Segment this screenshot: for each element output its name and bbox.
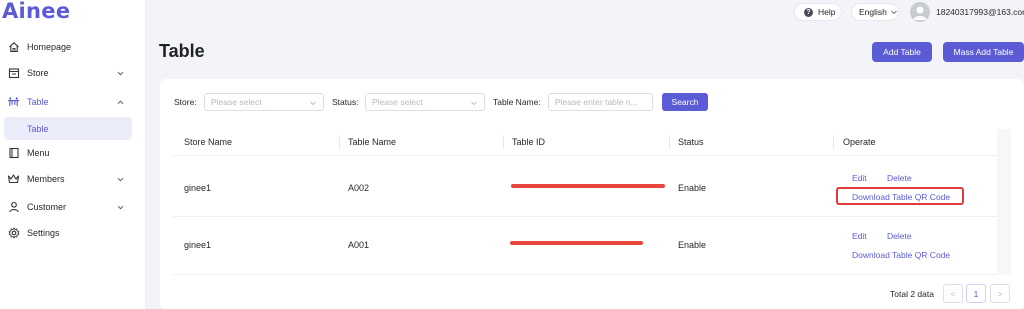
store-select[interactable]: Please select (204, 93, 324, 111)
delete-link[interactable]: Delete (887, 173, 912, 183)
highlight-annotation (836, 187, 964, 205)
column-divider (503, 135, 504, 149)
sidebar-item-homepage[interactable]: Homepage (0, 35, 146, 59)
cell-store-name: ginee1 (184, 240, 212, 250)
sidebar-subitem-table[interactable]: Table (4, 117, 132, 140)
sidebar-item-label: Homepage (27, 42, 72, 52)
crown-icon (7, 173, 20, 186)
chevron-down-icon (117, 205, 124, 209)
sidebar-item-store[interactable]: Store (0, 61, 146, 85)
chevron-down-icon (891, 10, 897, 15)
sidebar: Ainee Homepage Store Table Table Menu Me… (0, 0, 146, 309)
sidebar-item-label: Store (27, 68, 49, 78)
sidebar-item-menu[interactable]: Menu (0, 141, 146, 165)
chevron-down-icon (117, 177, 124, 181)
column-header-operate: Operate (843, 137, 876, 147)
store-select-placeholder: Please select (211, 97, 262, 107)
sidebar-item-settings[interactable]: Settings (0, 221, 146, 245)
language-label: English (859, 7, 887, 17)
sidebar-item-table[interactable]: Table (0, 90, 146, 114)
cell-table-name: A001 (348, 240, 370, 250)
sidebar-item-label: Table (27, 97, 49, 107)
prev-page-button[interactable]: < (943, 284, 963, 303)
app-logo: Ainee (2, 0, 71, 23)
gear-icon (7, 227, 20, 240)
page-title: Table (159, 41, 205, 61)
status-filter-label: Status: (332, 97, 359, 107)
chevron-down-icon (117, 71, 124, 75)
cell-store-name: ginee1 (184, 183, 212, 193)
home-icon (7, 41, 20, 54)
delete-link[interactable]: Delete (887, 231, 912, 241)
sidebar-item-label: Settings (27, 228, 60, 238)
table-name-filter-label: Table Name: (493, 97, 541, 107)
download-qr-link[interactable]: Download Table QR Code (852, 250, 950, 260)
column-divider (669, 135, 670, 149)
column-header-store-name: Store Name (184, 137, 233, 147)
table-fixed-column-shadow (997, 129, 1011, 275)
table-name-input[interactable]: Please enter table n... (548, 93, 653, 111)
column-header-status: Status (678, 137, 704, 147)
menu-book-icon (7, 147, 20, 160)
language-selector[interactable]: English (851, 3, 899, 21)
edit-link[interactable]: Edit (852, 173, 867, 183)
sidebar-item-label: Customer (27, 202, 67, 212)
add-table-button[interactable]: Add Table (872, 42, 932, 62)
chevron-up-icon (117, 99, 124, 104)
avatar[interactable] (910, 2, 930, 22)
edit-link[interactable]: Edit (852, 231, 867, 241)
column-divider (339, 135, 340, 149)
row-divider (173, 216, 997, 217)
sidebar-item-label: Members (27, 174, 65, 184)
sidebar-item-customer[interactable]: Customer (0, 195, 146, 219)
redacted-table-id (510, 241, 643, 245)
table-icon (7, 96, 20, 109)
column-header-table-id: Table ID (512, 137, 546, 147)
sidebar-item-label: Menu (27, 148, 50, 158)
help-label: Help (818, 7, 836, 17)
search-button[interactable]: Search (662, 93, 708, 111)
question-icon: ? (804, 7, 813, 17)
sidebar-subitem-label: Table (27, 123, 49, 134)
next-page-button[interactable]: > (990, 284, 1010, 303)
column-header-table-name: Table Name (348, 137, 397, 147)
store-filter-label: Store: (174, 97, 197, 107)
user-email[interactable]: 18240317993@163.com (936, 7, 1024, 17)
status-select[interactable]: Please select (365, 93, 485, 111)
column-divider (833, 135, 834, 149)
redacted-table-id (511, 184, 665, 188)
cell-status: Enable (678, 183, 707, 193)
chevron-down-icon (471, 101, 477, 106)
top-bar: ? Help English 18240317993@163.com (146, 0, 1024, 26)
chevron-down-icon (310, 101, 316, 106)
cell-table-name: A002 (348, 183, 370, 193)
user-icon (7, 201, 20, 214)
pagination-total: Total 2 data (890, 289, 934, 299)
store-icon (7, 67, 20, 80)
help-button[interactable]: ? Help (794, 3, 842, 21)
row-divider (173, 274, 997, 275)
page-number-button[interactable]: 1 (966, 284, 986, 303)
table-name-placeholder: Please enter table n... (555, 97, 638, 107)
mass-add-table-button[interactable]: Mass Add Table (943, 42, 1024, 62)
sidebar-item-members[interactable]: Members (0, 167, 146, 191)
cell-status: Enable (678, 240, 707, 250)
status-select-placeholder: Please select (372, 97, 423, 107)
